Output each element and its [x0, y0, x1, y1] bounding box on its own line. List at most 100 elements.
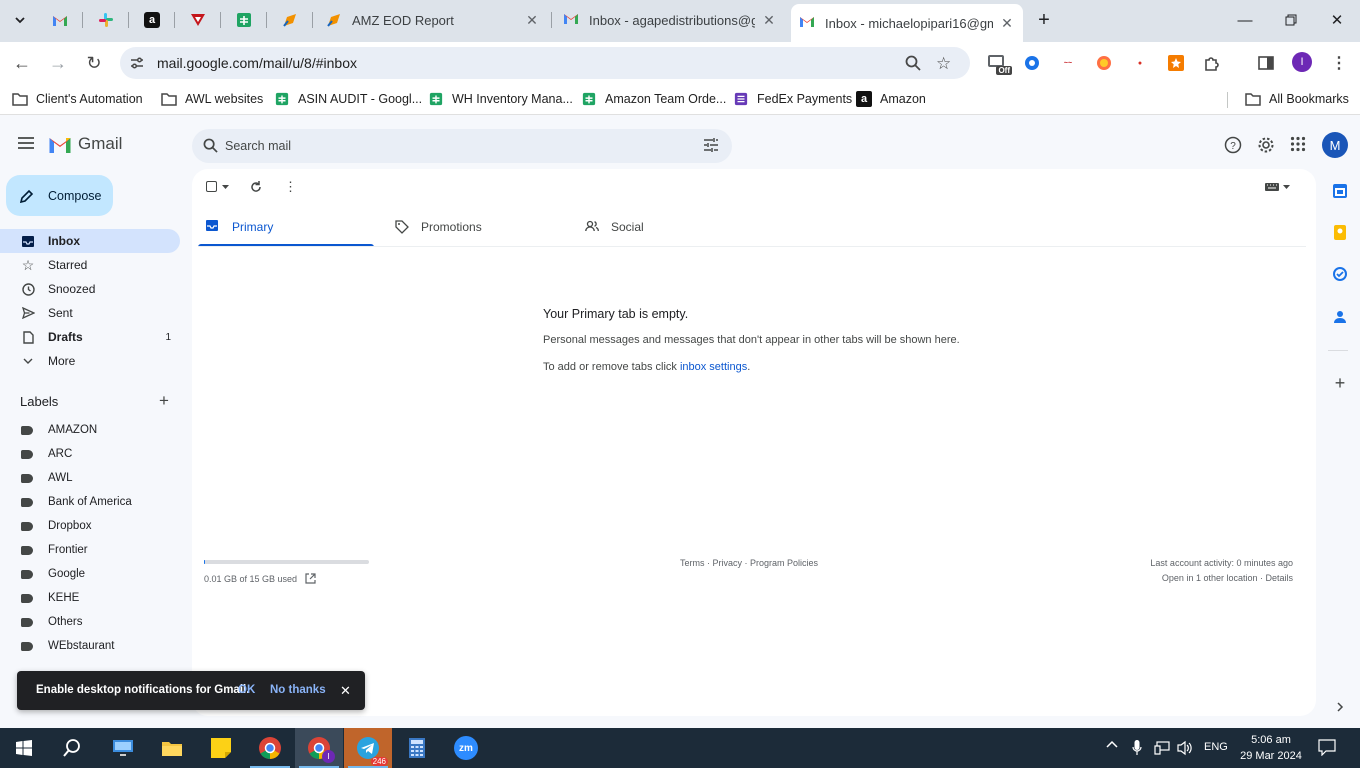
select-all-checkbox[interactable]: [206, 181, 229, 192]
label-item[interactable]: Bank of America: [0, 490, 180, 514]
side-panel-icon[interactable]: [1257, 54, 1275, 72]
close-window-button[interactable]: ✕: [1314, 0, 1360, 40]
pinned-tab-slack[interactable]: [90, 6, 122, 34]
close-icon[interactable]: ✕: [761, 12, 777, 28]
bookmark-link[interactable]: FedEx Payments: [733, 91, 852, 107]
tab-promotions[interactable]: Promotions: [395, 206, 482, 247]
tab-social[interactable]: Social: [585, 206, 644, 247]
nav-drafts[interactable]: Drafts 1: [0, 325, 180, 349]
nav-starred[interactable]: ☆ Starred: [0, 253, 180, 277]
snackbar-ok-button[interactable]: OK: [238, 684, 255, 696]
bookmark-link[interactable]: ASIN AUDIT - Googl...: [274, 91, 422, 107]
extension-icon-alert[interactable]: ●: [1131, 54, 1149, 72]
clock[interactable]: 5:06 am 29 Mar 2024: [1236, 732, 1306, 764]
network-icon[interactable]: [1154, 741, 1170, 755]
pinned-tab-pencil-app[interactable]: [274, 6, 306, 34]
bookmark-link[interactable]: WH Inventory Mana...: [428, 91, 573, 107]
contacts-icon[interactable]: [1330, 306, 1350, 326]
forward-button[interactable]: →: [43, 48, 73, 78]
reload-button[interactable]: ↻: [79, 48, 109, 78]
extension-icon-orange[interactable]: [1095, 54, 1113, 72]
get-addons-plus-icon[interactable]: +: [1330, 373, 1350, 393]
pinned-tab-sheets[interactable]: [228, 6, 260, 34]
nav-snoozed[interactable]: Snoozed: [0, 277, 180, 301]
restore-button[interactable]: [1268, 0, 1314, 40]
close-icon[interactable]: ✕: [999, 15, 1015, 31]
create-label-plus-icon[interactable]: +: [159, 392, 169, 409]
footer-policies[interactable]: Terms · Privacy · Program Policies: [680, 558, 818, 568]
expand-panel-chevron-icon[interactable]: [1330, 697, 1350, 717]
search-bar[interactable]: Search mail: [192, 129, 732, 163]
notifications-icon[interactable]: [1318, 739, 1336, 756]
snackbar-no-thanks-button[interactable]: No thanks: [270, 684, 326, 696]
bookmark-folder[interactable]: AWL websites: [161, 91, 263, 107]
chrome-menu-icon[interactable]: ⋮: [1330, 54, 1348, 72]
refresh-icon[interactable]: [250, 181, 262, 193]
inbox-settings-link[interactable]: inbox settings: [680, 361, 747, 373]
label-item[interactable]: AWL: [0, 466, 180, 490]
new-tab-button[interactable]: +: [1028, 6, 1060, 34]
pinned-tab-app[interactable]: [182, 6, 214, 34]
nav-inbox[interactable]: Inbox: [0, 229, 180, 253]
bookmark-star-icon[interactable]: ☆: [936, 54, 951, 74]
taskbar-telegram[interactable]: 246: [344, 728, 392, 768]
tab-primary[interactable]: Primary: [206, 206, 273, 247]
volume-icon[interactable]: [1177, 740, 1193, 756]
tab-inbox-michael[interactable]: Inbox - michaelopipari16@gmail.com ✕: [791, 4, 1023, 42]
other-location-details[interactable]: Open in 1 other location · Details: [1162, 573, 1293, 583]
taskbar-zoom[interactable]: zm: [442, 728, 490, 768]
help-icon[interactable]: ?: [1224, 136, 1242, 154]
compose-button[interactable]: Compose: [6, 175, 113, 216]
profile-avatar[interactable]: I: [1292, 52, 1312, 72]
tray-chevron-up-icon[interactable]: [1106, 740, 1118, 748]
search-input[interactable]: Search mail: [225, 139, 291, 153]
search-options-icon[interactable]: [703, 138, 719, 152]
external-link-icon[interactable]: [305, 573, 316, 584]
tasks-icon[interactable]: [1330, 264, 1350, 284]
input-tools-keyboard[interactable]: [1265, 183, 1290, 191]
search-icon[interactable]: [203, 138, 218, 153]
label-item[interactable]: Frontier: [0, 538, 180, 562]
extension-icon-red-script[interactable]: ~~: [1059, 54, 1077, 72]
taskbar-file-explorer[interactable]: [148, 728, 196, 768]
main-menu-icon[interactable]: [17, 136, 35, 150]
start-button[interactable]: [0, 728, 48, 768]
extension-icon-star[interactable]: [1167, 54, 1185, 72]
bookmark-link[interactable]: Amazon Team Orde...: [581, 91, 726, 107]
account-avatar[interactable]: M: [1322, 132, 1348, 158]
calendar-icon[interactable]: [1330, 181, 1350, 201]
label-item[interactable]: Others: [0, 610, 180, 634]
tab-inbox-agape[interactable]: Inbox - agapedistributions@gmail.com ✕: [555, 6, 785, 34]
apps-grid-icon[interactable]: [1290, 136, 1306, 152]
microphone-icon[interactable]: [1132, 740, 1142, 756]
keep-icon[interactable]: [1330, 222, 1350, 242]
site-settings-icon[interactable]: [130, 56, 144, 70]
bookmark-folder[interactable]: Client's Automation: [12, 91, 143, 107]
search-taskbar-button[interactable]: [48, 728, 96, 768]
tab-search-button[interactable]: [4, 6, 36, 34]
label-item[interactable]: KEHE: [0, 586, 180, 610]
label-item[interactable]: WEbstaurant: [0, 634, 180, 658]
label-item[interactable]: ARC: [0, 442, 180, 466]
taskbar-calculator[interactable]: [393, 728, 441, 768]
bookmark-link[interactable]: a Amazon: [856, 91, 926, 107]
zoom-search-icon[interactable]: [905, 55, 921, 71]
all-bookmarks[interactable]: All Bookmarks: [1245, 91, 1349, 107]
more-options-icon[interactable]: ⋮: [284, 180, 297, 193]
nav-more[interactable]: More: [0, 349, 180, 373]
address-bar[interactable]: mail.google.com/mail/u/8/#inbox ☆: [120, 47, 970, 79]
label-item[interactable]: Dropbox: [0, 514, 180, 538]
tab-amz-eod-report[interactable]: AMZ EOD Report ✕: [318, 6, 548, 34]
close-icon[interactable]: ✕: [524, 12, 540, 28]
extension-icon-blue[interactable]: [1023, 54, 1041, 72]
label-item[interactable]: Google: [0, 562, 180, 586]
gmail-logo[interactable]: Gmail: [48, 134, 122, 154]
pinned-tab-amazon[interactable]: a: [136, 6, 168, 34]
pinned-tab-gmail[interactable]: [44, 6, 76, 34]
back-button[interactable]: ←: [7, 48, 37, 78]
minimize-button[interactable]: —: [1222, 0, 1268, 40]
label-item[interactable]: AMAZON: [0, 418, 180, 442]
taskbar-chrome-profile[interactable]: I: [295, 728, 343, 768]
taskbar-app-monitor[interactable]: [99, 728, 147, 768]
extensions-puzzle-icon[interactable]: [1203, 54, 1221, 72]
